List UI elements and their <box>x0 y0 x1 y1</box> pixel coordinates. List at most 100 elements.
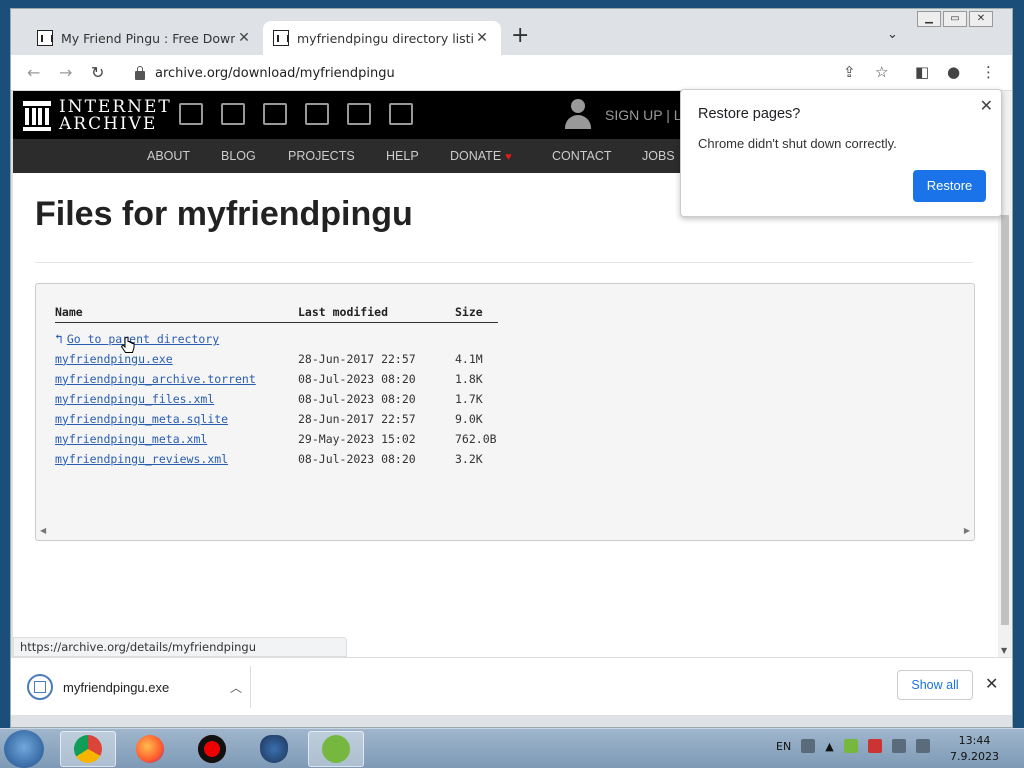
profile-icon[interactable]: ● <box>947 63 960 81</box>
table-row: myfriendpingu_meta.sqlite 28-Jun-2017 22… <box>55 409 498 429</box>
nav-projects[interactable]: PROJECTS <box>288 149 355 163</box>
file-size: 762.0B <box>455 431 497 446</box>
lock-icon[interactable] <box>135 65 145 80</box>
address-bar[interactable]: archive.org/download/myfriendpingu <box>123 59 823 87</box>
tab-search-chevron-icon[interactable]: ⌄ <box>887 27 898 42</box>
file-link[interactable]: myfriendpingu_archive.torrent <box>55 372 256 386</box>
web-icon[interactable] <box>179 103 203 125</box>
parent-directory-link[interactable]: ↰ Go to parent directory <box>55 332 219 347</box>
nav-about[interactable]: ABOUT <box>147 149 190 163</box>
system-tray: EN ▲ <box>776 739 930 753</box>
nav-donate[interactable]: DONATE ♥ <box>450 149 512 163</box>
keyboard-icon[interactable] <box>801 739 816 753</box>
scroll-left-icon[interactable]: ◀ <box>40 526 46 535</box>
volume-muted-icon[interactable] <box>915 739 930 753</box>
download-item[interactable]: myfriendpingu.exe ︿ <box>19 666 251 708</box>
reload-icon[interactable]: ↻ <box>91 63 104 82</box>
table-row: myfriendpingu_reviews.xml 08-Jul-2023 08… <box>55 449 498 469</box>
logo-text: INTERNET ARCHIVE <box>59 97 172 134</box>
app-taskbar-button[interactable] <box>246 731 302 767</box>
restore-button[interactable]: Restore <box>913 170 986 202</box>
nav-contact[interactable]: CONTACT <box>552 149 612 163</box>
close-window-button[interactable]: ✕ <box>969 11 993 27</box>
firefox-taskbar-button[interactable] <box>122 731 178 767</box>
table-row: myfriendpingu_archive.torrent 08-Jul-202… <box>55 369 498 389</box>
tab-strip: My Friend Pingu : Free Download ✕ myfrie… <box>11 9 1012 55</box>
new-tab-button[interactable]: + <box>511 23 529 48</box>
file-link[interactable]: myfriendpingu_meta.sqlite <box>55 412 228 426</box>
windows-taskbar: EN ▲ 13:44 7.9.2023 <box>0 728 1024 768</box>
utorrent-taskbar-button[interactable] <box>308 731 364 767</box>
file-size: 1.8K <box>455 371 483 386</box>
internet-archive-favicon-icon <box>37 30 53 46</box>
divider <box>35 262 973 263</box>
close-icon[interactable]: ✕ <box>980 96 993 115</box>
file-link[interactable]: myfriendpingu_files.xml <box>55 392 214 406</box>
video-icon[interactable] <box>263 103 287 125</box>
file-modified: 28-Jun-2017 22:57 <box>298 411 416 426</box>
signup-link[interactable]: SIGN UP | L <box>605 107 682 123</box>
audio-icon[interactable] <box>305 103 329 125</box>
user-icon[interactable] <box>565 99 591 131</box>
tab-my-friend-pingu[interactable]: My Friend Pingu : Free Download ✕ <box>27 21 263 55</box>
chrome-taskbar-button[interactable] <box>60 731 116 767</box>
nav-help[interactable]: HELP <box>386 149 419 163</box>
file-link[interactable]: myfriendpingu.exe <box>55 352 173 366</box>
share-icon[interactable]: ⇪ <box>843 63 856 81</box>
file-size: 3.2K <box>455 451 483 466</box>
network-icon[interactable] <box>891 739 906 753</box>
file-link[interactable]: myfriendpingu_meta.xml <box>55 432 207 446</box>
forward-arrow-icon[interactable]: → <box>59 63 72 82</box>
minimize-button[interactable]: ▁ <box>917 11 941 27</box>
tab-title: myfriendpingu directory listing <box>297 30 473 46</box>
start-button[interactable] <box>4 730 44 768</box>
utorrent-tray-icon[interactable] <box>843 739 858 753</box>
file-size: 4.1M <box>455 351 483 366</box>
scroll-right-icon[interactable]: ▶ <box>964 526 970 535</box>
download-file-icon <box>27 674 53 700</box>
scroll-down-icon[interactable]: ▼ <box>1001 646 1007 655</box>
close-icon[interactable]: ✕ <box>985 674 998 693</box>
show-hidden-icons-icon[interactable]: ▲ <box>825 740 833 753</box>
url-text[interactable]: archive.org/download/myfriendpingu <box>155 66 395 81</box>
tab-directory-listing[interactable]: myfriendpingu directory listing ✕ <box>263 21 501 55</box>
back-arrow-icon[interactable]: ← <box>27 63 40 82</box>
close-tab-icon[interactable]: ✕ <box>235 30 253 46</box>
internet-archive-favicon-icon <box>273 30 289 46</box>
hand-cursor-icon <box>121 337 135 353</box>
chevron-up-icon[interactable]: ︿ <box>230 679 242 696</box>
internet-archive-logo[interactable]: INTERNET ARCHIVE <box>23 99 172 133</box>
dialog-message: Chrome didn't shut down correctly. <box>698 136 897 151</box>
clock-date: 7.9.2023 <box>950 750 999 763</box>
bookmark-star-icon[interactable]: ☆ <box>875 63 888 81</box>
side-panel-icon[interactable]: ◧ <box>915 63 929 81</box>
file-modified: 08-Jul-2023 08:20 <box>298 371 416 386</box>
maximize-button[interactable]: ▭ <box>943 11 967 27</box>
show-all-button[interactable]: Show all <box>897 670 973 700</box>
file-modified: 28-Jun-2017 22:57 <box>298 351 416 366</box>
recorder-taskbar-button[interactable] <box>184 731 240 767</box>
nav-jobs[interactable]: JOBS <box>642 149 675 163</box>
file-link[interactable]: myfriendpingu_reviews.xml <box>55 452 228 466</box>
files-table: Name Last modified Size ↰ Go to parent di… <box>55 303 498 469</box>
file-modified: 08-Jul-2023 08:20 <box>298 451 416 466</box>
heart-icon: ♥ <box>505 151 512 163</box>
action-center-icon[interactable] <box>867 739 882 753</box>
utorrent-icon <box>322 735 350 763</box>
firefox-icon <box>136 735 164 763</box>
ufo-app-icon <box>260 735 288 763</box>
scrollbar-thumb[interactable] <box>1001 215 1009 625</box>
software-icon[interactable] <box>347 103 371 125</box>
record-icon <box>198 735 226 763</box>
texts-icon[interactable] <box>221 103 245 125</box>
close-tab-icon[interactable]: ✕ <box>473 30 491 46</box>
tab-title: My Friend Pingu : Free Download <box>61 30 235 46</box>
window-controls: ▁ ▭ ✕ <box>917 11 993 27</box>
clock[interactable]: 13:44 7.9.2023 <box>950 733 999 765</box>
images-icon[interactable] <box>389 103 413 125</box>
menu-dots-icon[interactable]: ⋮ <box>981 63 996 81</box>
download-filename: myfriendpingu.exe <box>63 679 170 695</box>
nav-blog[interactable]: BLOG <box>221 149 256 163</box>
language-indicator[interactable]: EN <box>776 740 791 753</box>
horizontal-scrollbar[interactable]: ◀ ▶ <box>36 524 974 540</box>
